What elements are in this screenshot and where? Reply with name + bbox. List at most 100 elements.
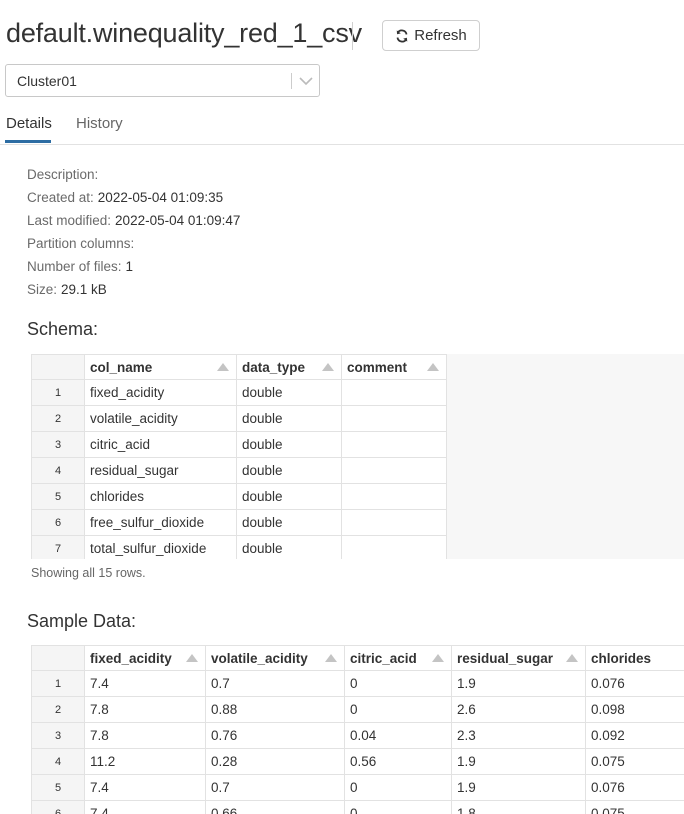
row-number: 7 <box>31 535 85 559</box>
page-header: default.winequality_red_1_csv Refresh <box>6 14 676 58</box>
row-number-header <box>31 354 85 380</box>
table-row: 2 7.8 0.88 0 2.6 0.098 <box>31 696 684 723</box>
table-cell: 7.8 <box>84 722 206 749</box>
table-cell: 0.076 <box>585 670 684 697</box>
table-row: 6 free_sulfur_dioxide double <box>31 509 447 536</box>
column-header[interactable]: residual_sugar <box>451 645 586 671</box>
table-cell: 0.88 <box>205 696 345 723</box>
table-row: 5 chlorides double <box>31 483 447 510</box>
table-cell: 0.56 <box>344 748 452 775</box>
table-cell: free_sulfur_dioxide <box>84 509 237 536</box>
table-row: 5 7.4 0.7 0 1.9 0.076 <box>31 774 684 801</box>
sample-header-row: fixed_acidity volatile_acidity citric_ac… <box>31 645 684 671</box>
table-cell: 0 <box>344 696 452 723</box>
table-cell: 7.4 <box>84 800 206 814</box>
table-cell: 11.2 <box>84 748 206 775</box>
files-row: Number of files: 1 <box>27 258 240 281</box>
column-header[interactable]: citric_acid <box>344 645 452 671</box>
schema-table: col_name data_type comment 1 fixed_acidit… <box>31 354 447 559</box>
schema-grid-empty-area <box>445 354 684 559</box>
table-row: 2 volatile_acidity double <box>31 405 447 432</box>
column-header[interactable]: comment <box>341 354 447 380</box>
sort-up-icon[interactable] <box>566 654 578 662</box>
sort-up-icon[interactable] <box>432 654 444 662</box>
partition-label: Partition columns: <box>27 236 135 251</box>
row-number-header <box>31 645 85 671</box>
table-cell: 0.092 <box>585 722 684 749</box>
cluster-select[interactable]: Cluster01 <box>5 64 320 97</box>
column-header-label: col_name <box>90 359 153 375</box>
table-cell <box>341 405 447 432</box>
title-separator <box>352 22 353 50</box>
column-header[interactable]: fixed_acidity <box>84 645 206 671</box>
row-number: 1 <box>31 379 85 406</box>
table-cell: double <box>236 431 342 458</box>
refresh-button[interactable]: Refresh <box>382 20 480 51</box>
tab-bar: Details History <box>0 108 684 145</box>
table-cell: double <box>236 509 342 536</box>
table-row: 4 11.2 0.28 0.56 1.9 0.075 <box>31 748 684 775</box>
page-title: default.winequality_red_1_csv <box>6 18 362 48</box>
table-cell <box>341 431 447 458</box>
schema-title: Schema: <box>27 319 99 339</box>
column-header-label: data_type <box>242 359 306 375</box>
table-cell: 0 <box>344 800 452 814</box>
refresh-icon <box>395 29 409 43</box>
row-number: 4 <box>31 748 85 775</box>
active-tab-indicator <box>5 140 51 143</box>
modified-row: Last modified: 2022-05-04 01:09:47 <box>27 212 240 235</box>
table-cell: 2.6 <box>451 696 586 723</box>
table-cell: 1.9 <box>451 670 586 697</box>
sort-up-icon[interactable] <box>217 363 229 371</box>
table-cell: double <box>236 405 342 432</box>
tab-history[interactable]: History <box>76 115 123 132</box>
column-header[interactable]: col_name <box>84 354 237 380</box>
column-header[interactable]: data_type <box>236 354 342 380</box>
column-header[interactable]: chlorides <box>585 645 684 671</box>
column-header-label: chlorides <box>591 650 652 666</box>
sample-data-grid: fixed_acidity volatile_acidity citric_ac… <box>31 645 684 814</box>
sort-up-icon[interactable] <box>427 363 439 371</box>
column-header[interactable]: volatile_acidity <box>205 645 345 671</box>
column-header-label: comment <box>347 359 408 375</box>
created-value: 2022-05-04 01:09:35 <box>97 190 224 205</box>
table-cell <box>341 457 447 484</box>
partition-row: Partition columns: <box>27 235 240 258</box>
table-cell: chlorides <box>84 483 237 510</box>
created-label: Created at: <box>27 190 94 205</box>
description-row: Description: <box>27 166 240 189</box>
column-header-label: fixed_acidity <box>90 650 172 666</box>
table-cell: 0.28 <box>205 748 345 775</box>
table-cell: double <box>236 457 342 484</box>
table-cell: 7.4 <box>84 774 206 801</box>
column-header-label: citric_acid <box>350 650 417 666</box>
table-cell: 0.076 <box>585 774 684 801</box>
chevron-down-icon[interactable] <box>298 74 314 88</box>
tab-details[interactable]: Details <box>6 115 52 132</box>
sort-up-icon[interactable] <box>322 363 334 371</box>
table-cell: 0.66 <box>205 800 345 814</box>
table-cell: 0.04 <box>344 722 452 749</box>
table-cell: 0.075 <box>585 748 684 775</box>
table-cell <box>341 509 447 536</box>
schema-header-row: col_name data_type comment <box>31 354 447 380</box>
table-row: 1 fixed_acidity double <box>31 379 447 406</box>
table-cell: 1.9 <box>451 774 586 801</box>
row-number: 5 <box>31 774 85 801</box>
row-number: 6 <box>31 800 85 814</box>
table-cell <box>341 483 447 510</box>
table-cell: citric_acid <box>84 431 237 458</box>
table-cell <box>341 379 447 406</box>
table-cell: 0.075 <box>585 800 684 814</box>
size-value: 29.1 kB <box>61 282 107 297</box>
created-row: Created at: 2022-05-04 01:09:35 <box>27 189 240 212</box>
table-cell: 0.7 <box>205 774 345 801</box>
table-cell: double <box>236 535 342 559</box>
table-cell: 7.8 <box>84 696 206 723</box>
table-cell: 0.098 <box>585 696 684 723</box>
sort-up-icon[interactable] <box>325 654 337 662</box>
column-header-label: volatile_acidity <box>211 650 308 666</box>
table-cell: 0.7 <box>205 670 345 697</box>
sort-up-icon[interactable] <box>186 654 198 662</box>
table-row: 3 citric_acid double <box>31 431 447 458</box>
